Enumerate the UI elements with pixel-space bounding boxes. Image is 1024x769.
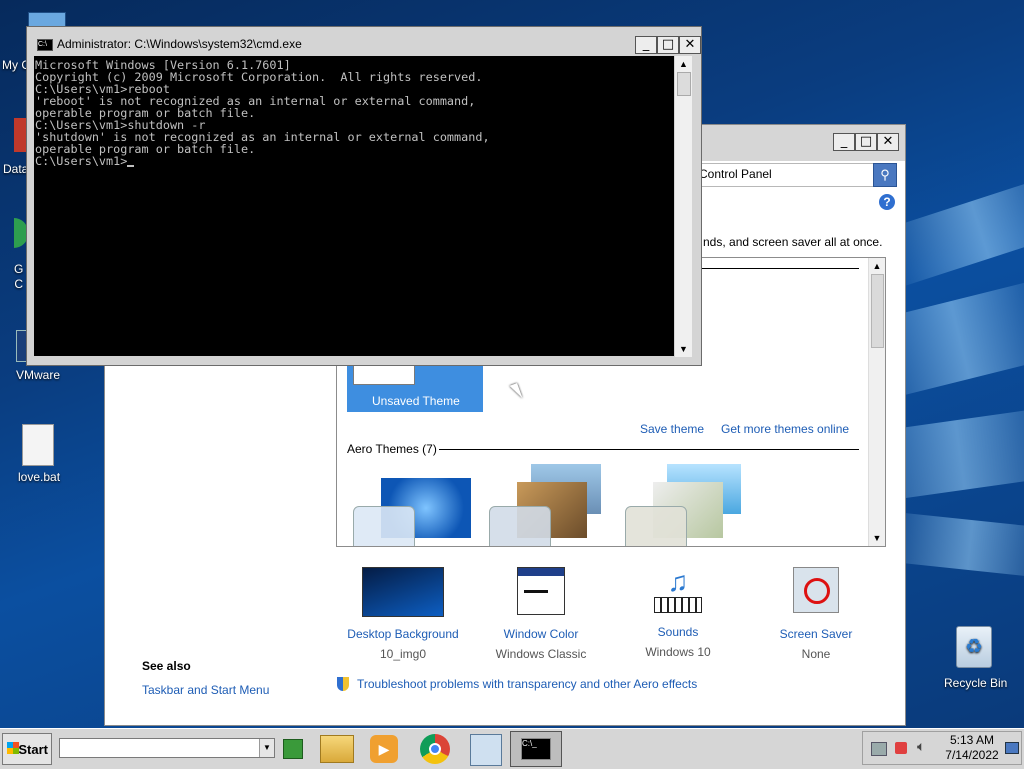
cmd-taskbar-button[interactable]: C:\_	[510, 731, 562, 767]
save-theme-link[interactable]: Save theme	[640, 422, 704, 436]
scroll-thumb[interactable]	[871, 274, 884, 348]
taskbar-start-menu-link[interactable]: Taskbar and Start Menu	[142, 683, 269, 697]
taskbar: Start ▼ ▶ C:\_ 🔈︎ 5:13 AM 7/14/2022	[0, 728, 1024, 769]
sounds-setting[interactable]: ♫ Sounds Windows 10	[633, 567, 723, 660]
clock-date: 7/14/2022	[945, 748, 999, 762]
file-explorer-icon[interactable]	[320, 735, 354, 763]
security-alert-icon[interactable]	[895, 742, 907, 754]
batch-file-icon	[22, 424, 54, 466]
cmd-close-button[interactable]: ✕	[679, 36, 701, 54]
taskbar-address-input[interactable]: ▼	[59, 738, 275, 758]
chrome-taskbar-icon[interactable]	[420, 734, 450, 764]
chevron-down-icon[interactable]: ▼	[259, 739, 274, 757]
theme-windows-7[interactable]	[351, 470, 475, 546]
window-color-icon	[517, 567, 565, 615]
theme-characters[interactable]	[623, 462, 747, 546]
control-panel-taskbar-icon[interactable]	[470, 734, 502, 766]
cmd-window: C:\ Administrator: C:\Windows\system32\c…	[26, 26, 702, 366]
clock-time: 5:13 AM	[949, 733, 995, 747]
cp-description: nds, and screen saver all at once.	[703, 235, 883, 249]
theme-list-scrollbar[interactable]: ▲ ▼	[868, 258, 885, 546]
cmd-title: Administrator: C:\Windows\system32\cmd.e…	[57, 37, 302, 51]
media-player-icon[interactable]: ▶	[370, 735, 398, 763]
cmd-scroll-down-icon[interactable]: ▼	[675, 341, 692, 357]
volume-icon[interactable]: 🔈︎	[917, 738, 925, 755]
windows-logo-icon	[7, 742, 19, 754]
aero-themes-heading: Aero Themes (7)	[347, 442, 437, 456]
network-icon[interactable]	[871, 742, 887, 756]
my-themes-divider	[691, 268, 859, 269]
screen-saver-setting[interactable]: Screen Saver None	[771, 567, 861, 661]
cmd-minimize-button[interactable]: _	[635, 36, 657, 54]
help-icon[interactable]: ?	[879, 194, 895, 210]
cmd-scrollbar[interactable]: ▲ ▼	[675, 56, 692, 357]
shield-icon	[337, 677, 349, 691]
start-button[interactable]: Start	[2, 733, 52, 765]
troubleshoot-aero-link[interactable]: Troubleshoot problems with transparency …	[357, 677, 697, 691]
desktop-icon-love-bat[interactable]: love.bat	[2, 424, 76, 484]
cmd-app-icon: C:\	[37, 39, 53, 51]
taskbar-clock[interactable]: 5:13 AM 7/14/2022	[936, 733, 1008, 763]
theme-architecture[interactable]	[487, 462, 611, 546]
desktop-background-icon	[362, 567, 444, 617]
recycle-bin-icon: ♻	[956, 626, 992, 668]
search-icon[interactable]: ⚲	[873, 163, 897, 187]
cmd-scroll-up-icon[interactable]: ▲	[675, 56, 692, 72]
cp-address-text: Control Panel	[699, 167, 772, 181]
cp-minimize-button[interactable]: _	[833, 133, 855, 151]
desktop-background-setting[interactable]: Desktop Background 10_img0	[345, 567, 461, 661]
see-also-heading: See also	[142, 659, 191, 673]
scroll-up-icon[interactable]: ▲	[869, 258, 885, 274]
screen-saver-icon	[793, 567, 839, 613]
cmd-maximize-button[interactable]: □	[657, 36, 679, 54]
refresh-icon[interactable]	[283, 739, 303, 759]
sounds-icon: ♫	[654, 567, 702, 615]
cp-close-button[interactable]: ✕	[877, 133, 899, 151]
text-cursor	[127, 165, 135, 167]
aero-themes-divider	[439, 449, 859, 450]
scroll-down-icon[interactable]: ▼	[869, 530, 885, 546]
get-more-themes-link[interactable]: Get more themes online	[721, 422, 849, 436]
window-color-setting[interactable]: Window Color Windows Classic	[491, 567, 591, 661]
cmd-scroll-thumb[interactable]	[677, 72, 691, 96]
cmd-taskbar-icon: C:\_	[521, 738, 551, 760]
cp-maximize-button[interactable]: □	[855, 133, 877, 151]
cmd-console[interactable]: Microsoft Windows [Version 6.1.7601] Copy…	[34, 56, 674, 356]
desktop-icon-recycle-bin[interactable]: ♻ Recycle Bin	[936, 626, 1010, 690]
